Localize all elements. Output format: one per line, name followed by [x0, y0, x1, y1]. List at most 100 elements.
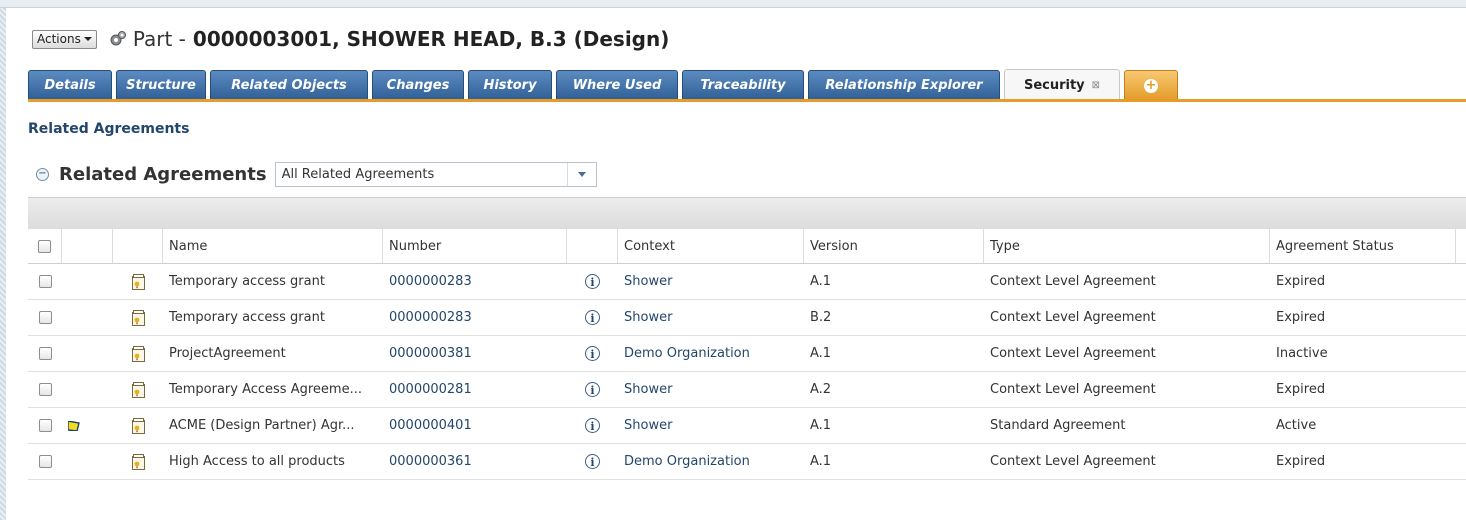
row-checkbox[interactable]: [38, 347, 52, 360]
table-row[interactable]: Temporary Access Agreeme... 0000000281 i…: [28, 372, 1466, 408]
agreements-table: Name Number Context Version Type Agreeme…: [28, 229, 1466, 480]
row-context-link[interactable]: Demo Organization: [618, 336, 804, 371]
row-name[interactable]: Temporary Access Agreeme...: [163, 372, 383, 407]
row-context-link[interactable]: Shower: [618, 300, 804, 335]
row-select-cell: [28, 336, 62, 371]
row-type: Context Level Agreement: [990, 274, 1156, 289]
row-checkbox[interactable]: [38, 419, 52, 432]
tab-label: Related Objects: [231, 78, 347, 93]
row-version: A.1: [810, 418, 832, 433]
row-select-cell: [28, 408, 62, 443]
row-number-link[interactable]: 0000000361: [383, 444, 567, 479]
tab-changes[interactable]: Changes: [372, 70, 464, 100]
row-checkbox[interactable]: [38, 383, 52, 396]
tab-details[interactable]: Details: [28, 70, 112, 100]
tab-history[interactable]: History: [468, 70, 552, 100]
table-row[interactable]: Temporary access grant 0000000283 i Show…: [28, 264, 1466, 300]
row-name[interactable]: ProjectAgreement: [163, 336, 383, 371]
row-number-link[interactable]: 0000000283: [383, 300, 567, 335]
row-select-cell: [28, 264, 62, 299]
plus-icon: +: [1144, 77, 1158, 93]
row-checkbox[interactable]: [38, 275, 52, 288]
tab-structure[interactable]: Structure: [116, 70, 206, 100]
close-icon[interactable]: ⊠: [1092, 80, 1100, 91]
info-icon[interactable]: i: [585, 382, 600, 397]
row-number-link[interactable]: 0000000401: [383, 408, 567, 443]
tab-label: Traceability: [700, 78, 786, 93]
info-icon[interactable]: i: [585, 418, 600, 433]
tab-label: Structure: [126, 78, 196, 93]
row-number-link[interactable]: 0000000281: [383, 372, 567, 407]
agreement-doc-icon: [131, 381, 145, 398]
table-toolbar: [28, 197, 1466, 230]
row-version: A.1: [810, 454, 832, 469]
row-checkbox[interactable]: [38, 311, 52, 324]
row-context-link[interactable]: Demo Organization: [618, 444, 804, 479]
page-title: 0000003001, SHOWER HEAD, B.3 (Design): [192, 27, 670, 51]
row-version: A.2: [810, 382, 832, 397]
table-row[interactable]: ProjectAgreement 0000000381 i Demo Organ…: [28, 336, 1466, 372]
table-header: − Related Agreements All Related Agreeme…: [36, 162, 597, 187]
info-icon[interactable]: i: [585, 454, 600, 469]
row-select-cell: [28, 300, 62, 335]
table-body: Temporary access grant 0000000283 i Show…: [28, 264, 1466, 480]
tab-label: Changes: [386, 78, 450, 93]
filter-value: All Related Agreements: [281, 167, 435, 182]
tab-label: Details: [44, 78, 96, 93]
column-header-version[interactable]: Version: [804, 229, 984, 263]
table-row[interactable]: High Access to all products 0000000361 i…: [28, 444, 1466, 480]
type-icon-column-header: [113, 229, 163, 263]
row-name[interactable]: Temporary access grant: [163, 264, 383, 299]
tab-traceability[interactable]: Traceability: [682, 70, 804, 100]
agreement-doc-icon: [131, 345, 145, 362]
tab-security[interactable]: Security ⊠: [1004, 69, 1120, 101]
column-header-context[interactable]: Context: [618, 229, 804, 263]
row-type-cell: [113, 408, 163, 443]
column-header-status[interactable]: Agreement Status: [1270, 229, 1456, 263]
row-select-cell: [28, 372, 62, 407]
row-info-cell: i: [567, 336, 618, 371]
row-context-link[interactable]: Shower: [618, 408, 804, 443]
object-type-label: Part -: [132, 27, 186, 51]
table-row[interactable]: ACME (Design Partner) Agr... 0000000401 …: [28, 408, 1466, 444]
info-icon[interactable]: i: [585, 274, 600, 289]
row-info-cell: i: [567, 372, 618, 407]
collapse-icon[interactable]: −: [36, 168, 49, 181]
actions-button[interactable]: Actions: [32, 29, 97, 49]
row-context-link[interactable]: Shower: [618, 372, 804, 407]
column-header-name[interactable]: Name: [163, 229, 383, 263]
info-icon[interactable]: i: [585, 310, 600, 325]
section-title: Related Agreements: [28, 121, 190, 137]
select-all-checkbox[interactable]: [38, 239, 51, 253]
tab-relationship-explorer[interactable]: Relationship Explorer: [808, 70, 1000, 100]
info-icon[interactable]: i: [585, 346, 600, 361]
gears-icon: [110, 31, 126, 46]
row-version: A.1: [810, 346, 832, 361]
actions-label: Actions: [37, 31, 81, 46]
table-title: Related Agreements: [59, 164, 267, 185]
row-number-link[interactable]: 0000000283: [383, 264, 567, 299]
table-row[interactable]: Temporary access grant 0000000283 i Show…: [28, 300, 1466, 336]
agreement-filter-select[interactable]: All Related Agreements: [274, 162, 597, 187]
row-flag-cell: [62, 336, 113, 371]
row-name[interactable]: High Access to all products: [163, 444, 383, 479]
row-flag-cell: [62, 300, 113, 335]
row-name[interactable]: ACME (Design Partner) Agr...: [163, 408, 383, 443]
row-info-cell: i: [567, 300, 618, 335]
row-name[interactable]: Temporary access grant: [163, 300, 383, 335]
row-info-cell: i: [567, 408, 618, 443]
row-number-link[interactable]: 0000000381: [383, 336, 567, 371]
row-checkbox[interactable]: [38, 455, 52, 468]
column-header-number[interactable]: Number: [383, 229, 567, 263]
agreement-doc-icon: [131, 273, 145, 290]
tab-where-used[interactable]: Where Used: [556, 70, 678, 100]
tab-related-objects[interactable]: Related Objects: [210, 70, 368, 100]
filter-dropdown-toggle[interactable]: [566, 163, 596, 186]
agreement-doc-icon: [131, 453, 145, 470]
chevron-down-icon: [83, 37, 92, 41]
tab-underline: [28, 99, 1466, 102]
add-tab-button[interactable]: +: [1124, 70, 1178, 100]
window-left-border: [0, 8, 6, 520]
row-context-link[interactable]: Shower: [618, 264, 804, 299]
column-header-type[interactable]: Type: [984, 229, 1270, 263]
